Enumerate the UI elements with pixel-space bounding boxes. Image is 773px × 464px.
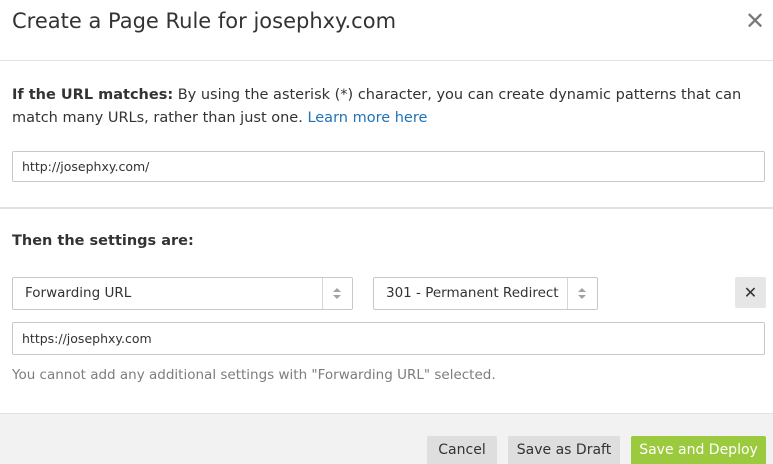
setting-type-select[interactable]: Forwarding URL bbox=[12, 277, 353, 310]
url-match-label: If the URL matches: bbox=[12, 87, 174, 103]
remove-setting-button[interactable]: ✕ bbox=[735, 277, 766, 308]
settings-section: Then the settings are: Forwarding URL 30… bbox=[0, 209, 773, 412]
destination-url-input[interactable]: https://josephxy.com bbox=[12, 322, 765, 355]
close-x-icon: ✕ bbox=[743, 283, 758, 302]
settings-label: Then the settings are: bbox=[12, 233, 194, 249]
forwarding-note: You cannot add any additional settings w… bbox=[12, 367, 496, 383]
save-as-draft-button[interactable]: Save as Draft bbox=[508, 436, 620, 464]
url-match-description: If the URL matches: By using the asteris… bbox=[12, 84, 762, 130]
status-code-value: 301 - Permanent Redirect bbox=[386, 285, 559, 301]
select-arrows-icon bbox=[567, 278, 597, 309]
setting-type-value: Forwarding URL bbox=[25, 285, 132, 301]
status-code-select[interactable]: 301 - Permanent Redirect bbox=[373, 277, 598, 310]
page-rule-modal: Create a Page Rule for josephxy.com ✕ If… bbox=[0, 0, 773, 464]
select-arrows-icon bbox=[322, 278, 352, 309]
modal-header: Create a Page Rule for josephxy.com ✕ bbox=[0, 0, 773, 61]
learn-more-link[interactable]: Learn more here bbox=[307, 110, 427, 126]
url-match-section: If the URL matches: By using the asteris… bbox=[0, 61, 773, 209]
url-match-input[interactable]: http://josephxy.com/ bbox=[12, 151, 765, 182]
close-icon[interactable]: ✕ bbox=[744, 8, 766, 34]
modal-title: Create a Page Rule for josephxy.com bbox=[12, 9, 397, 33]
modal-footer: Cancel Save as Draft Save and Deploy bbox=[0, 413, 773, 464]
cancel-button[interactable]: Cancel bbox=[427, 436, 497, 464]
save-and-deploy-button[interactable]: Save and Deploy bbox=[631, 436, 766, 464]
